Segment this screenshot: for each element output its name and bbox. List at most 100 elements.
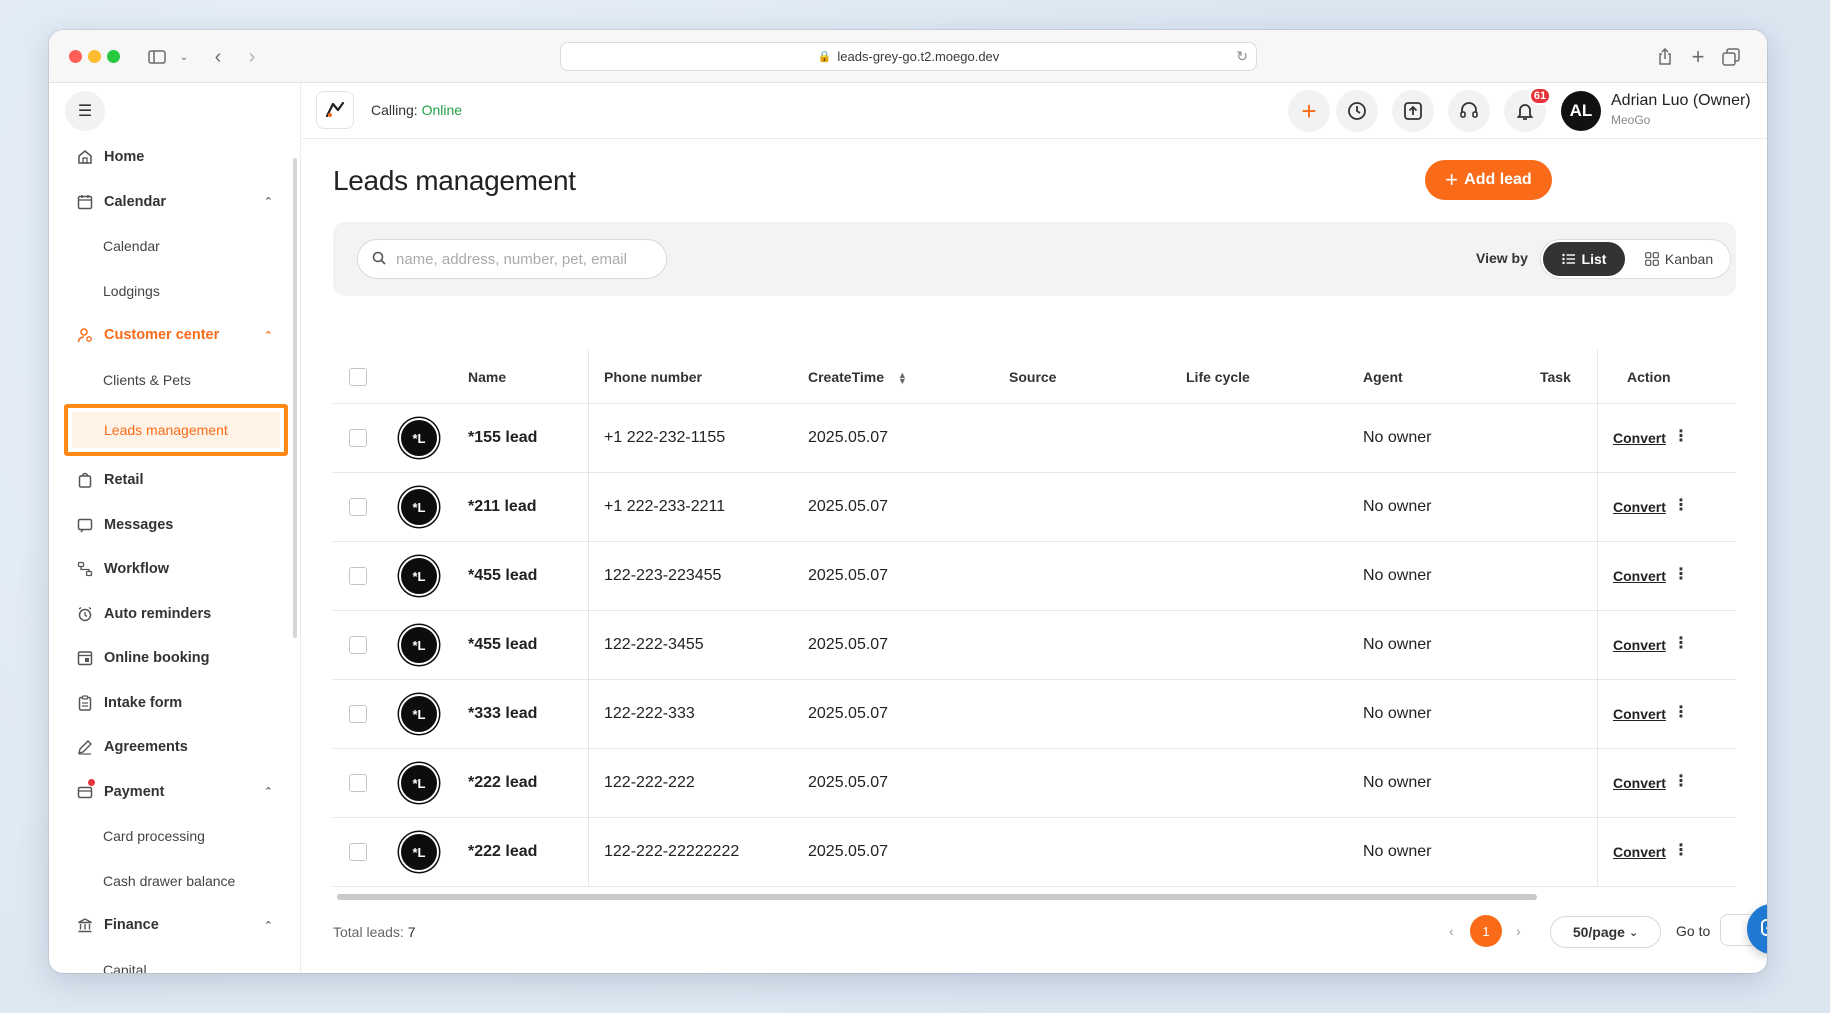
more-options-icon[interactable]: ⋮: [1673, 840, 1689, 860]
view-list-button[interactable]: List: [1543, 242, 1625, 276]
convert-link[interactable]: Convert: [1613, 844, 1666, 860]
quick-add-button[interactable]: +: [1288, 90, 1330, 132]
table-row[interactable]: *L *333 lead 122-222-333 2025.05.07 No owner…: [333, 680, 1736, 749]
sidebar-item-payment[interactable]: Payment ⌃: [49, 770, 301, 815]
more-options-icon[interactable]: ⋮: [1673, 633, 1689, 653]
column-header-source: Source: [1009, 369, 1057, 385]
column-header-createtime[interactable]: CreateTime ▲ ▼: [808, 369, 907, 386]
row-checkbox[interactable]: [349, 843, 367, 861]
lead-name[interactable]: *211 lead: [468, 498, 537, 516]
sidebar-subitem-lodgings[interactable]: Lodgings: [49, 269, 301, 314]
forward-icon[interactable]: ›: [239, 44, 265, 70]
new-tab-icon[interactable]: +: [1685, 44, 1711, 70]
page-size-select[interactable]: 50/page ⌄: [1550, 916, 1661, 948]
share-icon[interactable]: [1652, 44, 1678, 70]
row-checkbox[interactable]: [349, 636, 367, 654]
sidebar-item-home[interactable]: Home: [49, 135, 301, 180]
chevron-down-icon[interactable]: ⌄: [171, 44, 197, 70]
upload-button[interactable]: [1392, 90, 1434, 132]
table-row[interactable]: *L *455 lead 122-222-3455 2025.05.07 No owne…: [333, 611, 1736, 680]
prev-page-icon[interactable]: ‹: [1449, 923, 1454, 939]
sidebar-item-workflow[interactable]: Workflow: [49, 547, 301, 592]
more-options-icon[interactable]: ⋮: [1673, 771, 1689, 791]
more-options-icon[interactable]: ⋮: [1673, 426, 1689, 446]
table-row[interactable]: *L *222 lead 122-222-222 2025.05.07 No owner…: [333, 749, 1736, 818]
sidebar-subitem-card-processing[interactable]: Card processing: [49, 814, 301, 859]
row-checkbox[interactable]: [349, 429, 367, 447]
sidebar-item-messages[interactable]: Messages: [49, 503, 301, 548]
sidebar-subitem-cash-drawer-balance[interactable]: Cash drawer balance: [49, 859, 301, 904]
sidebar-item-finance[interactable]: Finance ⌃: [49, 903, 301, 948]
search-box[interactable]: [357, 239, 667, 279]
chat-support-button[interactable]: [1747, 904, 1767, 954]
column-header-name[interactable]: Name: [468, 369, 506, 385]
search-input[interactable]: [396, 250, 651, 268]
address-bar[interactable]: 🔒 leads-grey-go.t2.moego.dev ↻: [560, 42, 1257, 71]
lead-name[interactable]: *222 lead: [468, 843, 537, 861]
table-row[interactable]: *L *455 lead 122-223-223455 2025.05.07 No ow…: [333, 542, 1736, 611]
convert-link[interactable]: Convert: [1613, 499, 1666, 515]
table-header: Name Phone number CreateTime ▲ ▼ Source L…: [333, 350, 1736, 404]
page-number-button[interactable]: 1: [1470, 915, 1502, 947]
close-window-button[interactable]: [69, 50, 82, 63]
tabs-overview-icon[interactable]: [1718, 44, 1744, 70]
sidebar-item-retail[interactable]: Retail: [49, 458, 301, 503]
user-name[interactable]: Adrian Luo (Owner): [1611, 92, 1751, 110]
minimize-window-button[interactable]: [88, 50, 101, 63]
sidebar-item-auto-reminders[interactable]: Auto reminders: [49, 592, 301, 637]
sidebar-item-customer-center[interactable]: Customer center ⌃: [49, 313, 301, 358]
convert-link[interactable]: Convert: [1613, 706, 1666, 722]
row-checkbox[interactable]: [349, 498, 367, 516]
select-all-checkbox[interactable]: [349, 368, 367, 386]
convert-link[interactable]: Convert: [1613, 568, 1666, 584]
hamburger-menu-icon[interactable]: ☰: [65, 91, 105, 131]
table-row[interactable]: *L *211 lead +1 222-233-2211 2025.05.07 No o…: [333, 473, 1736, 542]
more-options-icon[interactable]: ⋮: [1673, 702, 1689, 722]
reload-icon[interactable]: ↻: [1236, 48, 1248, 65]
sidebar-subitem-clients-pets[interactable]: Clients & Pets: [49, 358, 301, 403]
lead-name[interactable]: *155 lead: [468, 429, 537, 447]
back-icon[interactable]: ‹: [205, 44, 231, 70]
search-icon: [372, 251, 386, 268]
convert-link[interactable]: Convert: [1613, 637, 1666, 653]
more-options-icon[interactable]: ⋮: [1673, 564, 1689, 584]
lead-avatar: *L: [399, 487, 439, 527]
lead-name[interactable]: *333 lead: [468, 705, 537, 723]
sidebar-item-calendar[interactable]: Calendar ⌃: [49, 180, 301, 225]
notification-badge: 61: [1529, 87, 1551, 105]
sidebar: ☰ Home Calendar ⌃ Calendar Lodgings Cust…: [49, 83, 301, 973]
sidebar-toggle-icon[interactable]: [144, 44, 170, 70]
convert-link[interactable]: Convert: [1613, 775, 1666, 791]
next-page-icon[interactable]: ›: [1516, 923, 1521, 939]
table-row[interactable]: *L *222 lead 122-222-22222222 2025.05.07 No …: [333, 818, 1736, 887]
support-button[interactable]: [1448, 90, 1490, 132]
row-checkbox[interactable]: [349, 774, 367, 792]
add-lead-button[interactable]: + Add lead: [1425, 160, 1552, 200]
sidebar-subitem-calendar[interactable]: Calendar: [49, 224, 301, 269]
clock-button[interactable]: [1336, 90, 1378, 132]
top-header: Calling: Online + 61 AL Adrian Luo (Owne…: [302, 83, 1767, 139]
sidebar-item-agreements[interactable]: Agreements: [49, 725, 301, 770]
table-row[interactable]: *L *155 lead +1 222-232-1155 2025.05.07 No o…: [333, 404, 1736, 473]
sidebar-item-online-booking[interactable]: Online booking: [49, 636, 301, 681]
lead-name[interactable]: *455 lead: [468, 636, 537, 654]
user-avatar[interactable]: AL: [1561, 91, 1601, 131]
retail-icon: [76, 471, 94, 489]
lead-name[interactable]: *222 lead: [468, 774, 537, 792]
more-options-icon[interactable]: ⋮: [1673, 495, 1689, 515]
sort-icon[interactable]: ▲ ▼: [898, 371, 907, 386]
calling-status-value: Online: [421, 102, 463, 118]
row-checkbox[interactable]: [349, 567, 367, 585]
scrollbar-thumb[interactable]: [337, 894, 1537, 900]
sidebar-subitem-leads-management[interactable]: Leads management: [64, 404, 288, 456]
createtime-cell: 2025.05.07: [808, 774, 889, 791]
view-kanban-button[interactable]: Kanban: [1631, 242, 1727, 276]
horizontal-scrollbar[interactable]: [333, 892, 1736, 902]
sidebar-item-intake-form[interactable]: Intake form: [49, 681, 301, 726]
convert-link[interactable]: Convert: [1613, 430, 1666, 446]
row-checkbox[interactable]: [349, 705, 367, 723]
sidebar-subitem-capital[interactable]: Capital: [49, 948, 301, 973]
app-logo-icon[interactable]: [316, 91, 354, 129]
lead-name[interactable]: *455 lead: [468, 567, 537, 585]
zoom-window-button[interactable]: [107, 50, 120, 63]
